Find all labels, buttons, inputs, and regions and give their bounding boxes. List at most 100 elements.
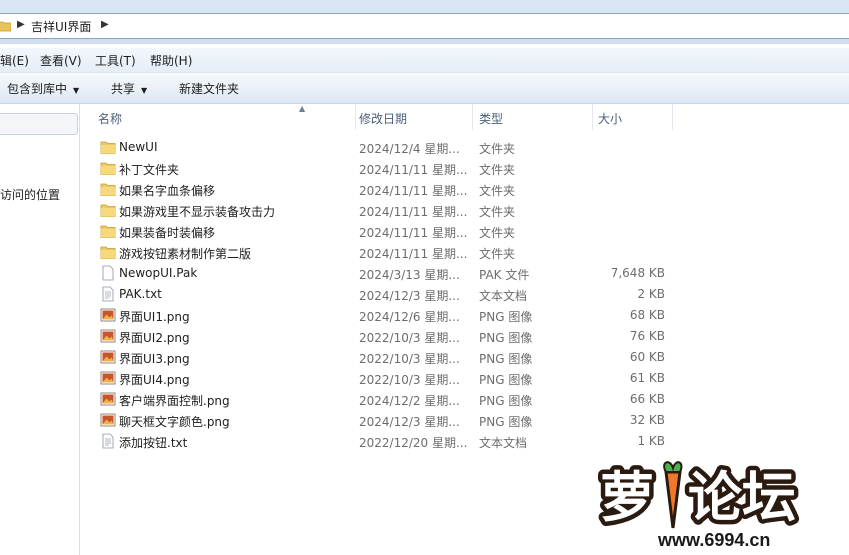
column-divider[interactable] — [672, 104, 673, 130]
file-date: 2022/10/3 星期... — [359, 352, 460, 366]
folder-icon — [100, 225, 116, 238]
file-size: 1 KB — [637, 434, 665, 448]
file-row[interactable]: PAK.txt 2024/12/3 星期... 文本文档 2 KB — [80, 284, 849, 305]
file-name: 界面UI4.png — [119, 373, 190, 387]
file-date: 2024/11/11 星期... — [359, 247, 468, 261]
include-in-library-button[interactable]: 包含到库中 ▼ — [7, 80, 79, 97]
file-name: 聊天框文字颜色.png — [119, 415, 230, 429]
image-file-icon — [100, 413, 116, 427]
file-name: 如果装备时装偏移 — [119, 226, 216, 240]
image-file-icon — [100, 308, 116, 322]
file-size: 2 KB — [637, 287, 665, 301]
file-name: 客户端界面控制.png — [119, 394, 230, 408]
file-date: 2024/11/11 星期... — [359, 205, 468, 219]
image-file-icon — [100, 392, 116, 406]
folder-icon — [100, 246, 116, 259]
column-divider[interactable] — [592, 104, 593, 130]
menu-tools[interactable]: 工具(T) — [95, 52, 136, 69]
menu-view[interactable]: 查看(V) — [40, 52, 82, 69]
column-divider[interactable] — [472, 104, 473, 130]
file-row[interactable]: 游戏按钮素材制作第二版 2024/11/11 星期... 文件夹 — [80, 242, 849, 263]
column-header-size[interactable]: 大小 — [598, 110, 622, 127]
nav-selected-item[interactable] — [0, 113, 78, 135]
file-type: 文件夹 — [479, 205, 516, 219]
file-date: 2022/10/3 星期... — [359, 373, 460, 387]
file-name: 游戏按钮素材制作第二版 — [119, 247, 252, 261]
menu-help[interactable]: 帮助(H) — [150, 52, 192, 69]
file-size: 32 KB — [629, 413, 665, 427]
file-row[interactable]: 界面UI2.png 2022/10/3 星期... PNG 图像 76 KB — [80, 326, 849, 347]
folder-icon — [100, 183, 116, 196]
breadcrumb-current[interactable]: 吉祥UI界面 — [31, 18, 91, 35]
file-type: 文件夹 — [479, 247, 516, 261]
file-size: 66 KB — [629, 392, 665, 406]
file-row[interactable]: 如果装备时装偏移 2024/11/11 星期... 文件夹 — [80, 221, 849, 242]
address-bar[interactable]: ▶ 吉祥UI界面 ▶ — [0, 13, 849, 39]
carrot-icon — [664, 470, 682, 529]
column-header-type[interactable]: 类型 — [479, 110, 503, 127]
menu-bar: 编辑(E) 查看(V) 工具(T) 帮助(H) — [0, 48, 849, 73]
column-header-name[interactable]: 名称 — [98, 110, 122, 127]
file-type: 文件夹 — [479, 184, 516, 198]
file-type: 文件夹 — [479, 163, 516, 177]
file-row[interactable]: NewUI 2024/12/4 星期... 文件夹 — [80, 137, 849, 158]
text-file-icon — [102, 286, 114, 302]
file-name: 界面UI1.png — [119, 310, 190, 324]
file-row[interactable]: 聊天框文字颜色.png 2024/12/3 星期... PNG 图像 32 KB — [80, 410, 849, 431]
column-header-bar: ▲ 名称 修改日期 类型 大小 — [80, 104, 849, 130]
file-type: PAK 文件 — [479, 268, 530, 282]
breadcrumb-chevron-icon[interactable]: ▶ — [17, 19, 25, 30]
file-date: 2024/12/6 星期... — [359, 310, 460, 324]
share-button[interactable]: 共享 ▼ — [111, 80, 147, 97]
dropdown-arrow-icon: ▼ — [141, 86, 148, 95]
breadcrumb-chevron-icon[interactable]: ▶ — [101, 19, 109, 30]
file-row[interactable]: NewopUI.Pak 2024/3/13 星期... PAK 文件 7,648 KB — [80, 263, 849, 284]
new-folder-button[interactable]: 新建文件夹 — [179, 80, 239, 97]
file-size: 61 KB — [629, 371, 665, 385]
file-row[interactable]: 补丁文件夹 2024/11/11 星期... 文件夹 — [80, 158, 849, 179]
file-name: 补丁文件夹 — [119, 163, 180, 177]
text-file-icon — [102, 433, 114, 449]
file-date: 2024/3/13 星期... — [359, 268, 460, 282]
image-file-icon — [100, 350, 116, 364]
file-type: 文本文档 — [479, 436, 528, 450]
column-header-date[interactable]: 修改日期 — [359, 110, 407, 127]
file-name: NewUI — [119, 140, 158, 154]
address-bar-area: ▶ 吉祥UI界面 ▶ — [0, 0, 849, 44]
file-date: 2022/12/20 星期... — [359, 436, 468, 450]
file-size: 7,648 KB — [610, 266, 665, 280]
column-divider[interactable] — [355, 104, 356, 130]
folder-icon — [100, 141, 116, 154]
folder-icon — [0, 21, 11, 32]
watermark-url: www.6994.cn — [657, 530, 770, 550]
command-bar: 包含到库中 ▼ 共享 ▼ 新建文件夹 — [0, 73, 849, 104]
file-type: PNG 图像 — [479, 331, 533, 345]
file-row[interactable]: 界面UI4.png 2022/10/3 星期... PNG 图像 61 KB — [80, 368, 849, 389]
new-folder-label: 新建文件夹 — [179, 82, 240, 96]
file-row[interactable]: 界面UI3.png 2022/10/3 星期... PNG 图像 60 KB — [80, 347, 849, 368]
file-date: 2024/12/3 星期... — [359, 415, 460, 429]
file-row[interactable]: 如果名字血条偏移 2024/11/11 星期... 文件夹 — [80, 179, 849, 200]
menu-edit[interactable]: 编辑(E) — [0, 52, 29, 69]
folder-icon — [100, 204, 116, 217]
file-date: 2024/12/3 星期... — [359, 289, 460, 303]
file-name: PAK.txt — [119, 287, 162, 301]
file-type: PNG 图像 — [479, 415, 533, 429]
file-name: 如果名字血条偏移 — [119, 184, 216, 198]
file-date: 2024/12/2 星期... — [359, 394, 460, 408]
file-row[interactable]: 添加按钮.txt 2022/12/20 星期... 文本文档 1 KB — [80, 431, 849, 452]
nav-recent-places[interactable]: 访问的位置 — [0, 186, 60, 203]
file-name: 界面UI3.png — [119, 352, 190, 366]
file-date: 2024/12/4 星期... — [359, 142, 460, 156]
file-name: NewopUI.Pak — [119, 266, 198, 280]
include-in-library-label: 包含到库中 — [7, 82, 68, 96]
file-type: 文本文档 — [479, 289, 528, 303]
file-type: PNG 图像 — [479, 310, 533, 324]
file-icon — [102, 265, 114, 281]
file-name: 添加按钮.txt — [119, 436, 188, 450]
file-row[interactable]: 界面UI1.png 2024/12/6 星期... PNG 图像 68 KB — [80, 305, 849, 326]
file-row[interactable]: 如果游戏里不显示装备攻击力 2024/11/11 星期... 文件夹 — [80, 200, 849, 221]
file-type: PNG 图像 — [479, 352, 533, 366]
svg-text:萝: 萝 — [600, 468, 654, 528]
file-row[interactable]: 客户端界面控制.png 2024/12/2 星期... PNG 图像 66 KB — [80, 389, 849, 410]
